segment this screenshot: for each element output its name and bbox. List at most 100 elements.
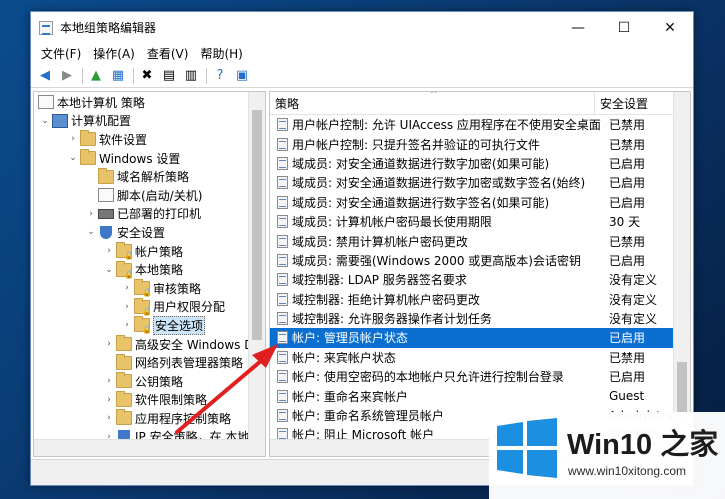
expand-arrow-icon[interactable]: ›	[102, 246, 116, 256]
folder-locked-icon	[116, 242, 134, 260]
policy-row[interactable]: 域成员: 对安全通道数据进行数字加密(如果可能) 已启用	[270, 154, 690, 173]
policy-row[interactable]: 域成员: 需要强(Windows 2000 或更高版本)会话密钥 已启用	[270, 251, 690, 270]
policy-row[interactable]: 用户帐户控制: 只提升签名并验证的可执行文件 已禁用	[270, 134, 690, 153]
policy-icon	[277, 234, 288, 248]
collapse-arrow-icon[interactable]: ⌄	[38, 116, 52, 126]
windows-logo-icon	[497, 418, 557, 478]
tree-item[interactable]: ⌄ 安全设置	[34, 223, 265, 242]
window-title: 本地组策略编辑器	[60, 21, 157, 35]
properties-icon[interactable]: ▤	[159, 66, 179, 86]
show-tree-icon[interactable]: ▦	[108, 66, 128, 86]
tree-item[interactable]: › 帐户策略	[34, 242, 265, 261]
policy-row[interactable]: 域成员: 禁用计算机帐户密码更改 已禁用	[270, 231, 690, 250]
tree-item[interactable]: ⌄ 计算机配置	[34, 112, 265, 131]
policy-row[interactable]: 域成员: 计算机帐户密码最长使用期限 30 天	[270, 212, 690, 231]
tree-item[interactable]: 域名解析策略	[34, 167, 265, 186]
watermark-title: Win10 之家	[567, 429, 719, 461]
policy-row[interactable]: 域控制器: 拒绝计算机帐户密码更改 没有定义	[270, 290, 690, 309]
tree-item-label: 审核策略	[153, 281, 202, 296]
toolbar-separator	[133, 67, 134, 84]
minimize-button[interactable]: —	[555, 12, 601, 43]
list-header: 策略 ^ 安全设置	[270, 92, 690, 115]
policy-row[interactable]: 帐户: 重命名来宾帐户 Guest	[270, 386, 690, 405]
tree-item[interactable]: 网络列表管理器策略	[34, 353, 265, 372]
tree-item[interactable]: › 公钥策略	[34, 372, 265, 391]
tree-item[interactable]: › 高级安全 Windows Defe	[34, 335, 265, 354]
expand-arrow-icon[interactable]: ›	[66, 134, 80, 144]
policy-name: 帐户: 使用空密码的本地帐户只允许进行控制台登录	[292, 370, 564, 385]
policy-setting: 已启用	[609, 176, 646, 191]
expand-arrow-icon[interactable]: ›	[102, 376, 116, 386]
collapse-arrow-icon[interactable]: ⌄	[102, 265, 116, 275]
content-area: ⌄本地计算机 策略⌄计算机配置 › 软件设置 ⌄ Windows 设置域名解析策略脚本(…	[31, 89, 693, 459]
folder-locked-icon	[116, 260, 134, 279]
tree-pane: ⌄本地计算机 策略⌄计算机配置 › 软件设置 ⌄ Windows 设置域名解析策略脚本(…	[33, 91, 266, 457]
tree-item[interactable]: › 安全选项	[34, 315, 265, 335]
folder-icon	[80, 130, 96, 147]
delete-icon[interactable]: ✖	[137, 66, 157, 86]
tree-item[interactable]: › 已部署的打印机	[34, 205, 265, 224]
folder-icon	[98, 167, 114, 184]
sort-caret-icon: ^	[430, 91, 438, 100]
policy-name: 帐户: 重命名来宾帐户	[292, 389, 408, 404]
folder-icon	[80, 149, 96, 166]
tree-item-label: 软件设置	[99, 132, 148, 147]
collapse-arrow-icon[interactable]: ⌄	[66, 153, 80, 163]
tree-item[interactable]: ⌄ 本地策略	[34, 260, 265, 279]
policy-row[interactable]: 帐户: 使用空密码的本地帐户只允许进行控制台登录 已启用	[270, 367, 690, 386]
tree-item[interactable]: › 软件限制策略	[34, 390, 265, 410]
menu-file[interactable]: 文件(F)	[35, 45, 87, 62]
policy-row[interactable]: 域控制器: 允许服务器操作者计划任务 没有定义	[270, 309, 690, 328]
tree-scroll-thumb[interactable]	[252, 110, 262, 340]
forward-arrow-icon[interactable]: ▶	[57, 66, 77, 86]
tree-vertical-scrollbar[interactable]	[248, 92, 265, 456]
menu-action[interactable]: 操作(A)	[87, 45, 141, 62]
column-header-policy[interactable]: 策略 ^	[270, 92, 595, 114]
action-pane-icon[interactable]: ▣	[232, 66, 252, 86]
export-list-icon[interactable]: ▥	[181, 66, 201, 86]
policy-name: 域控制器: LDAP 服务器签名要求	[292, 273, 467, 288]
expand-arrow-icon[interactable]: ›	[84, 209, 98, 219]
policy-row[interactable]: 域成员: 对安全通道数据进行数字签名(如果可能) 已启用	[270, 193, 690, 212]
toolbar-separator	[82, 67, 83, 84]
back-arrow-icon[interactable]: ◀	[35, 66, 55, 86]
tree-item-label: 本地策略	[135, 263, 184, 278]
list-vertical-scrollbar[interactable]	[673, 92, 690, 456]
tree-item-label: Windows 设置	[99, 151, 181, 166]
folder-icon	[116, 409, 132, 426]
policy-row[interactable]: 域控制器: LDAP 服务器签名要求 没有定义	[270, 270, 690, 289]
tree-item-label: 已部署的打印机	[117, 207, 202, 222]
policy-setting: Guest	[609, 389, 645, 404]
folder-locked-icon	[134, 316, 152, 334]
tree-item[interactable]: › 应用程序控制策略	[34, 409, 265, 428]
up-folder-icon[interactable]: ▲	[86, 66, 106, 86]
tree-item[interactable]: 脚本(启动/关机)	[34, 186, 265, 205]
policy-name: 域控制器: 允许服务器操作者计划任务	[292, 312, 492, 327]
collapse-arrow-icon[interactable]: ⌄	[84, 227, 98, 237]
policy-setting: 已禁用	[609, 118, 646, 133]
tree-item-label: 公钥策略	[135, 374, 184, 389]
policy-setting: 已禁用	[609, 350, 646, 365]
maximize-button[interactable]: ☐	[601, 12, 647, 43]
tree-item[interactable]: › 软件设置	[34, 130, 265, 149]
expand-arrow-icon[interactable]: ›	[102, 413, 116, 423]
help-icon[interactable]: ?	[210, 66, 230, 86]
tree-item[interactable]: ⌄本地计算机 策略	[34, 93, 265, 112]
close-button[interactable]: ✕	[647, 12, 693, 43]
expand-arrow-icon[interactable]: ›	[102, 395, 116, 405]
tree-item[interactable]: ⌄ Windows 设置	[34, 149, 265, 168]
tree-item-label: 安全选项	[153, 315, 206, 335]
tree-item[interactable]: › 用户权限分配	[34, 297, 265, 317]
policy-row[interactable]: 帐户: 管理员帐户状态 已启用	[270, 328, 690, 348]
expand-arrow-icon[interactable]: ›	[102, 339, 116, 349]
menu-view[interactable]: 查看(V)	[141, 45, 195, 62]
menu-help[interactable]: 帮助(H)	[194, 45, 248, 62]
tree-item[interactable]: › 审核策略	[34, 279, 265, 298]
expand-arrow-icon[interactable]: ›	[120, 302, 134, 312]
policy-row[interactable]: 帐户: 来宾帐户状态 已禁用	[270, 348, 690, 367]
policy-row[interactable]: 用户帐户控制: 允许 UIAccess 应用程序在不使用安全桌面... 已禁用	[270, 115, 690, 134]
expand-arrow-icon[interactable]: ›	[120, 320, 134, 330]
policy-row[interactable]: 域成员: 对安全通道数据进行数字加密或数字签名(始终) 已启用	[270, 173, 690, 192]
tree-horizontal-scrollbar[interactable]	[34, 439, 249, 456]
expand-arrow-icon[interactable]: ›	[120, 283, 134, 293]
